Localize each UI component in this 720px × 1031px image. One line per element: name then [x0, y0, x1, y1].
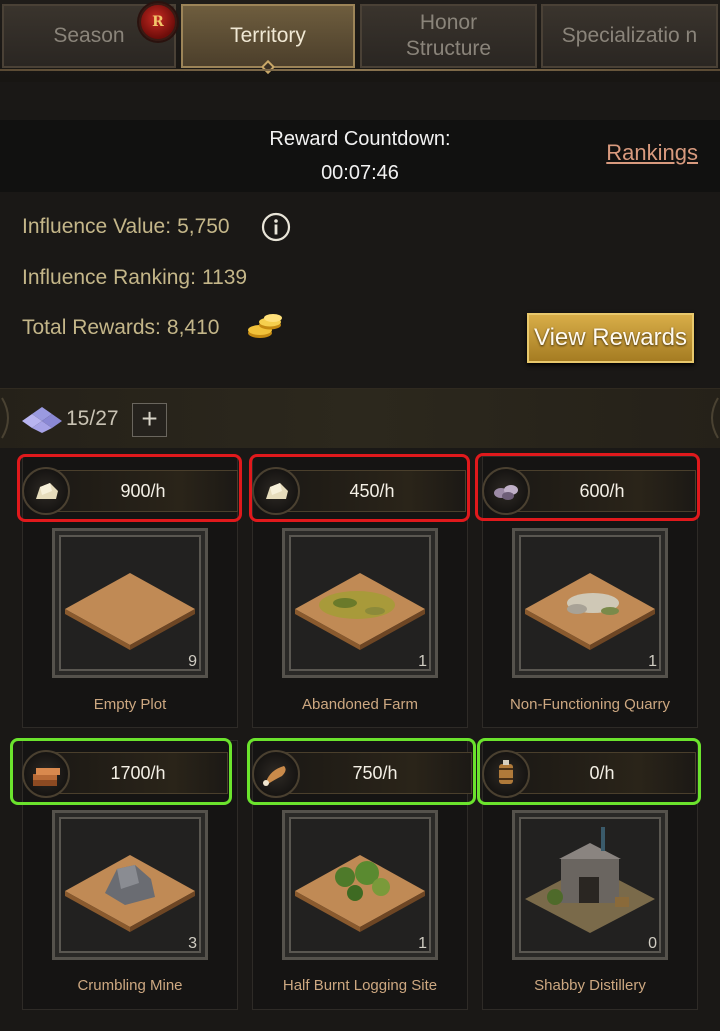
- season-badge-letter: R: [152, 14, 164, 30]
- plots-count: 15/27: [66, 407, 119, 430]
- production-rate: 600/h: [579, 481, 625, 501]
- card-name: Non-Functioning Quarry: [509, 696, 671, 713]
- rankings-link[interactable]: Rankings: [606, 140, 698, 166]
- abandoned-farm-image: 1: [282, 528, 438, 678]
- production-bar: 450/h: [278, 470, 466, 512]
- gold-coins-icon: [248, 314, 282, 338]
- plots-icon: [22, 407, 62, 433]
- tab-honor-label: Honor Structure: [405, 11, 492, 60]
- stone-icon: [22, 467, 70, 515]
- empty-plot-image: 9: [52, 528, 208, 678]
- view-rewards-button[interactable]: View Rewards: [527, 313, 694, 363]
- total-rewards-row: Total Rewards: 8,410: [22, 316, 219, 340]
- crumbling-mine-image: 3: [52, 810, 208, 960]
- meat-icon: [252, 750, 300, 798]
- tab-territory[interactable]: Territory: [181, 4, 355, 75]
- wood-icon: [22, 750, 70, 798]
- card-name: Half Burnt Logging Site: [282, 977, 438, 994]
- active-tab-marker: [260, 59, 276, 75]
- production-bar: 900/h: [48, 470, 238, 512]
- production-bar: 750/h: [278, 752, 472, 794]
- tile-count: 1: [418, 653, 427, 670]
- tile-count: 1: [648, 653, 657, 670]
- card-name: Empty Plot: [93, 696, 167, 713]
- influence-value-row: Influence Value: 5,750: [22, 215, 230, 239]
- non-functioning-quarry-image: 1: [512, 528, 668, 678]
- right-ornament-icon: [711, 397, 719, 439]
- shabby-distillery-image: 0: [512, 810, 668, 960]
- influence-ranking: 1139: [201, 266, 248, 289]
- tab-bar: Season Territory Honor Structure Special…: [0, 0, 720, 82]
- barrel-icon: [482, 750, 530, 798]
- production-rate: 0/h: [589, 763, 615, 783]
- production-rate: 1700/h: [110, 763, 166, 783]
- half-burnt-logging-site-image: 1: [282, 810, 438, 960]
- tab-season-label: Season: [53, 24, 125, 47]
- influence-value-label: Influence Value:: [22, 215, 172, 238]
- tile-count: 0: [648, 935, 657, 952]
- influence-value: 5,750: [177, 215, 230, 238]
- total-rewards-label: Total Rewards:: [22, 316, 161, 339]
- info-icon[interactable]: [261, 212, 291, 242]
- add-plot-button[interactable]: +: [132, 403, 167, 437]
- tile-count: 9: [188, 653, 197, 670]
- tab-specialization[interactable]: Specializatio n: [541, 4, 718, 68]
- production-bar: 600/h: [508, 470, 696, 512]
- reward-countdown-bar: Reward Countdown: 00:07:46 Rankings: [0, 120, 720, 192]
- production-bar: 1700/h: [48, 752, 228, 794]
- production-rate: 450/h: [349, 481, 395, 501]
- production-bar: 0/h: [508, 752, 696, 794]
- card-name: Abandoned Farm: [302, 696, 418, 713]
- production-rate: 750/h: [352, 763, 398, 783]
- tab-honor-structure[interactable]: Honor Structure: [360, 4, 537, 68]
- tile-count: 3: [188, 935, 197, 952]
- influence-ranking-row: Influence Ranking: 1139: [22, 266, 247, 290]
- card-name: Crumbling Mine: [77, 977, 183, 994]
- influence-ranking-label: Influence Ranking:: [22, 266, 196, 289]
- left-ornament-icon: [1, 397, 9, 439]
- season-badge-icon: R: [139, 3, 177, 41]
- total-rewards: 8,410: [166, 316, 220, 339]
- tile-count: 1: [418, 935, 427, 952]
- card-name: Shabby Distillery: [534, 977, 646, 994]
- production-rate: 900/h: [120, 481, 166, 501]
- stone-icon: [252, 467, 300, 515]
- tab-specialization-label: Specializatio n: [561, 24, 698, 47]
- tab-territory-label: Territory: [230, 24, 306, 47]
- ore-icon: [482, 467, 530, 515]
